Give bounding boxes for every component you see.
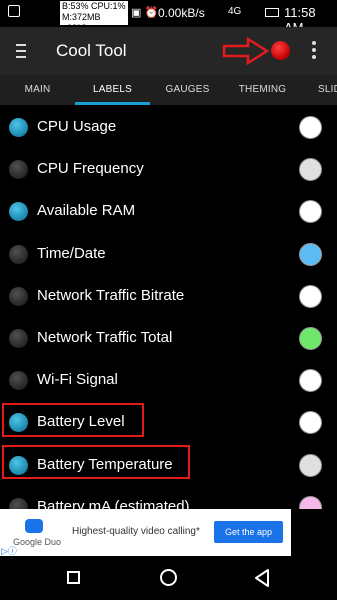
list-item-label: Wi-Fi Signal [37,371,118,389]
list-item[interactable]: Available RAM [0,190,337,232]
color-swatch[interactable] [299,158,322,182]
list-item-label: Available RAM [37,202,136,220]
list-item[interactable]: CPU Frequency [0,148,337,190]
list-item-label: Network Traffic Total [37,329,173,346]
toggle-indicator-icon[interactable] [9,371,28,391]
list-item[interactable]: Wi-Fi Signal [0,359,337,401]
hamburger-menu-icon[interactable] [16,44,26,58]
color-swatch[interactable] [299,495,322,509]
highlight-box-battery-temperature [2,445,190,479]
app-bar: Cool Tool [0,27,337,75]
list-item[interactable]: CPU Usage [0,106,337,148]
recents-icon[interactable] [67,571,80,584]
list-item-label: CPU Usage [37,118,117,135]
back-icon[interactable] [254,568,270,588]
list-item[interactable]: Battery mA (estimated) [0,486,337,509]
toggle-indicator-icon[interactable] [9,118,28,137]
toggle-indicator-icon[interactable] [9,244,28,264]
home-icon[interactable] [160,569,177,586]
toggle-indicator-icon[interactable] [9,497,28,509]
list-item-label: Time/Date [37,244,106,262]
network-speed: 0.00kB/s [158,6,205,20]
toggle-indicator-icon[interactable] [9,160,28,180]
ad-side-blank [291,509,337,556]
record-button[interactable] [271,41,290,60]
tab-sliders[interactable]: SLID [300,75,337,105]
color-swatch[interactable] [299,200,322,224]
color-swatch[interactable] [299,369,322,393]
color-swatch[interactable] [299,284,322,308]
battery-icon [265,8,279,17]
color-swatch[interactable] [299,116,322,139]
navigation-bar [0,556,337,600]
toggle-indicator-icon[interactable] [9,286,28,306]
list-item[interactable]: Network Traffic Bitrate [0,275,337,317]
tab-labels[interactable]: LABELS [75,75,150,105]
status-bar: B:53% CPU:1% M:372MB t:33°C ▣ ⏰ 0.00kB/s… [0,0,337,35]
system-stats-overlay: B:53% CPU:1% M:372MB t:33°C [60,1,128,33]
red-arrow-annotation-icon [222,36,270,66]
tab-theming[interactable]: THEMING [225,75,300,105]
highlight-box-battery-level [2,403,144,437]
list-item-label: Battery mA (estimated) [37,497,190,509]
toggle-indicator-icon[interactable] [9,329,28,348]
tab-bar: MAIN LABELS GAUGES THEMING SLID [0,75,337,105]
signal-icon: 4G [228,6,242,17]
list-item-label: Network Traffic Bitrate [37,286,185,304]
google-duo-logo-icon [25,519,43,533]
ad-text: Highest-quality video calling* [72,526,200,537]
list-item[interactable]: Network Traffic Total [0,317,337,359]
list-item[interactable]: Time/Date [0,233,337,275]
overflow-menu-icon[interactable] [312,41,317,59]
tab-main[interactable]: MAIN [0,75,75,105]
tab-gauges[interactable]: GAUGES [150,75,225,105]
color-swatch[interactable] [299,411,322,435]
labels-list: CPU Usage CPU Frequency Available RAM Time/… [0,105,337,509]
ad-cta-button[interactable]: Get the app [214,521,283,543]
ad-brand: Google Duo [13,537,62,547]
color-swatch[interactable] [299,453,322,477]
ad-banner[interactable]: Google Duo Highest-quality video calling… [0,509,291,556]
color-swatch[interactable] [299,327,322,350]
toggle-indicator-icon[interactable] [9,202,28,222]
list-item-label: CPU Frequency [37,160,144,178]
color-swatch[interactable] [299,242,322,266]
app-title: Cool Tool [56,41,127,60]
notification-icon [8,5,20,17]
status-icons: ▣ ⏰ [131,7,159,19]
overlay-line-1: B:53% CPU:1% [62,1,126,11]
